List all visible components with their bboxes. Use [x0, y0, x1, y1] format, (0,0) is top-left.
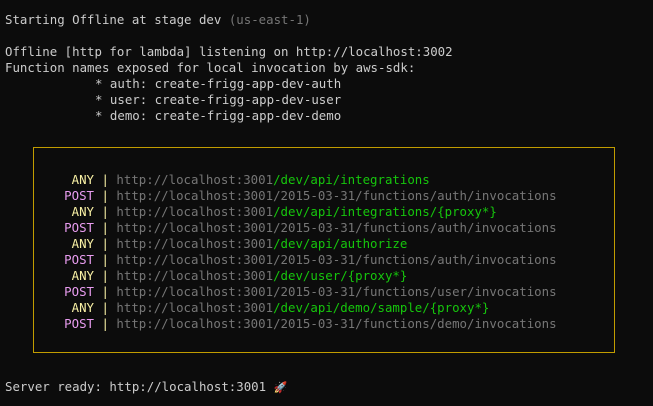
- functions-heading: Function names exposed for local invocat…: [5, 60, 416, 75]
- route-path[interactable]: /2015-03-31/functions/auth/invocations: [273, 252, 556, 267]
- route-method: ANY: [71, 268, 94, 283]
- route-separator: |: [101, 268, 109, 283]
- route-separator: |: [101, 300, 109, 315]
- route-row: ANY | http://localhost:3001/dev/api/demo…: [61, 300, 490, 316]
- route-path[interactable]: /dev/api/integrations: [273, 172, 430, 187]
- route-host[interactable]: http://localhost:3001: [116, 316, 273, 331]
- route-path[interactable]: /2015-03-31/functions/auth/invocations: [273, 220, 556, 235]
- starting-line: Starting Offline at stage dev (us-east-1…: [5, 12, 311, 28]
- listening-line: Offline [http for lambda] listening on h…: [5, 44, 453, 59]
- route-host[interactable]: http://localhost:3001: [116, 188, 273, 203]
- route-path[interactable]: /dev/user/{proxy*}: [273, 268, 407, 283]
- route-host[interactable]: http://localhost:3001: [116, 220, 273, 235]
- starting-text: Starting Offline at stage dev: [5, 12, 222, 27]
- route-method: POST: [64, 284, 94, 299]
- route-method: ANY: [71, 204, 94, 219]
- rocket-icon: 🚀: [273, 381, 288, 394]
- route-row: POST | http://localhost:3001/2015-03-31/…: [61, 284, 556, 300]
- route-separator: |: [101, 220, 109, 235]
- route-separator: |: [101, 172, 109, 187]
- route-host[interactable]: http://localhost:3001: [116, 252, 273, 267]
- route-path[interactable]: /2015-03-31/functions/demo/invocations: [273, 316, 556, 331]
- route-row: ANY | http://localhost:3001/dev/api/inte…: [61, 172, 430, 188]
- route-host[interactable]: http://localhost:3001: [116, 268, 273, 283]
- route-row: POST | http://localhost:3001/2015-03-31/…: [61, 188, 556, 204]
- route-host[interactable]: http://localhost:3001: [116, 172, 273, 187]
- route-row: ANY | http://localhost:3001/dev/api/auth…: [61, 236, 408, 252]
- route-path[interactable]: /2015-03-31/functions/user/invocations: [273, 284, 556, 299]
- route-path[interactable]: /dev/api/integrations/{proxy*}: [273, 204, 497, 219]
- routes-box: ANY | http://localhost:3001/dev/api/inte…: [33, 147, 615, 353]
- function-item: * auth: create-frigg-app-dev-auth: [95, 76, 342, 91]
- route-method: ANY: [71, 172, 94, 187]
- function-item: * user: create-frigg-app-dev-user: [95, 92, 342, 107]
- server-ready-line: Server ready: http://localhost:3001 🚀: [5, 379, 287, 395]
- route-row: POST | http://localhost:3001/2015-03-31/…: [61, 220, 556, 236]
- route-row: POST | http://localhost:3001/2015-03-31/…: [61, 252, 556, 268]
- route-separator: |: [101, 316, 109, 331]
- route-row: POST | http://localhost:3001/2015-03-31/…: [61, 316, 556, 332]
- server-ready-text: Server ready: http://localhost:3001: [5, 379, 267, 394]
- route-path[interactable]: /dev/api/demo/sample/{proxy*}: [273, 300, 489, 315]
- route-row: ANY | http://localhost:3001/dev/user/{pr…: [61, 268, 408, 284]
- route-separator: |: [101, 252, 109, 267]
- route-host[interactable]: http://localhost:3001: [116, 284, 273, 299]
- route-host[interactable]: http://localhost:3001: [116, 300, 273, 315]
- route-separator: |: [101, 284, 109, 299]
- route-separator: |: [101, 236, 109, 251]
- route-method: POST: [64, 252, 94, 267]
- route-row: ANY | http://localhost:3001/dev/api/inte…: [61, 204, 497, 220]
- route-separator: |: [101, 188, 109, 203]
- route-method: POST: [64, 220, 94, 235]
- route-host[interactable]: http://localhost:3001: [116, 204, 273, 219]
- route-method: ANY: [71, 236, 94, 251]
- route-path[interactable]: /2015-03-31/functions/auth/invocations: [273, 188, 556, 203]
- route-host[interactable]: http://localhost:3001: [116, 236, 273, 251]
- region-text: (us-east-1): [228, 12, 311, 27]
- route-method: ANY: [71, 300, 94, 315]
- route-path[interactable]: /dev/api/authorize: [273, 236, 407, 251]
- terminal-window[interactable]: Starting Offline at stage dev (us-east-1…: [0, 0, 653, 406]
- route-separator: |: [101, 204, 109, 219]
- route-method: POST: [64, 188, 94, 203]
- function-item: * demo: create-frigg-app-dev-demo: [95, 108, 342, 123]
- route-method: POST: [64, 316, 94, 331]
